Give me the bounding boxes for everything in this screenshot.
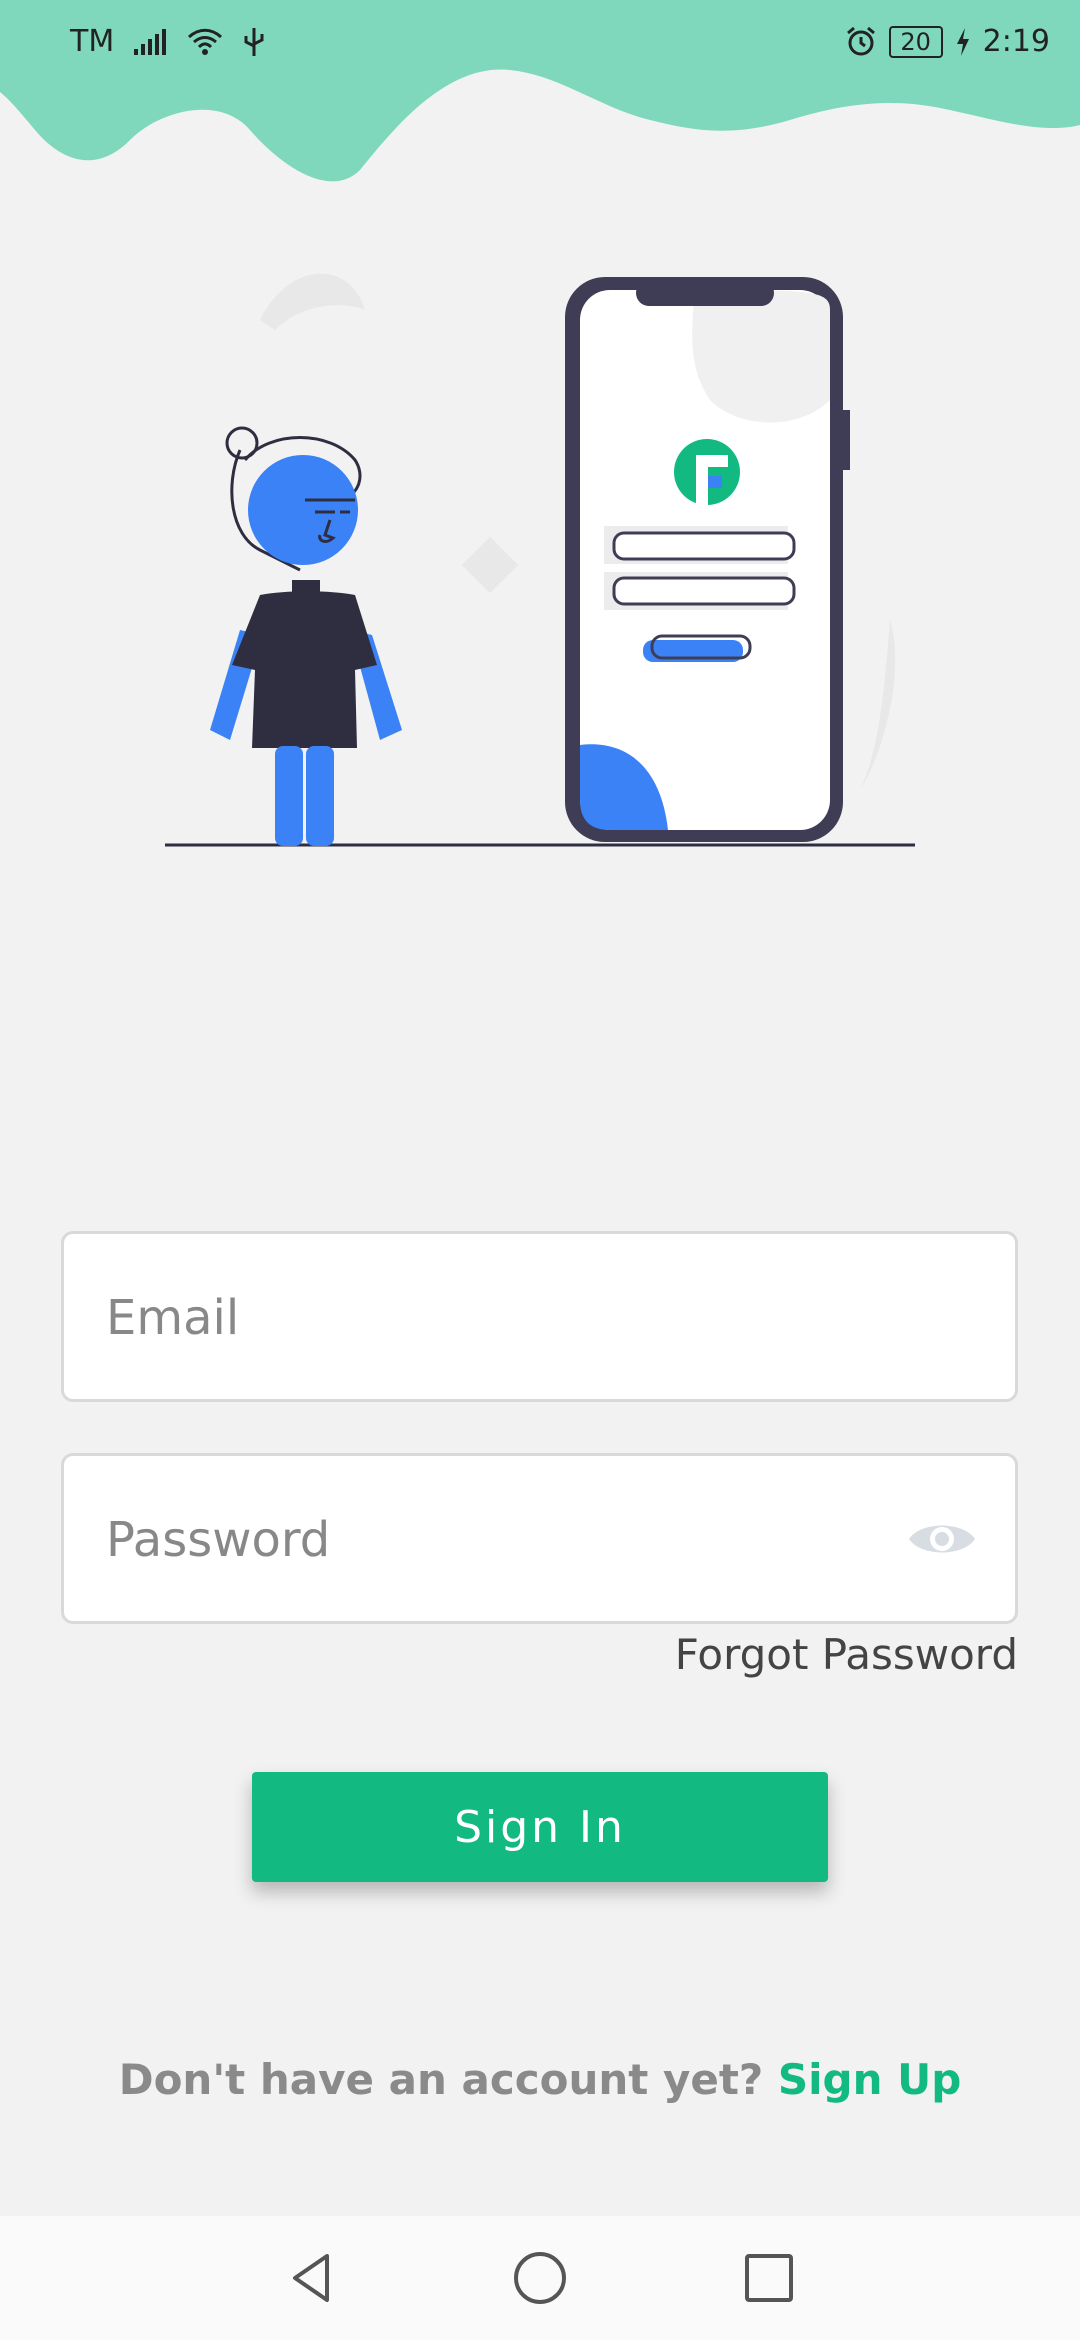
eye-icon[interactable] [907,1516,977,1562]
charging-icon [956,27,969,56]
clock: 2:19 [982,24,1050,59]
alarm-icon [846,26,875,55]
forgot-password-link[interactable]: Forgot Password [675,1630,1018,1679]
wifi-icon [188,28,223,55]
password-field[interactable] [61,1453,1018,1624]
signup-prompt-text: Don't have an account yet? [118,2055,778,2104]
status-left: TM [70,24,266,59]
person-figure [210,426,402,846]
app-logo [674,439,740,505]
signup-prompt: Don't have an account yet? Sign Up [0,2055,1080,2104]
password-input[interactable] [104,1456,928,1623]
home-icon[interactable] [510,2248,570,2308]
sign-up-link[interactable]: Sign Up [778,2055,961,2104]
carrier-label: TM [70,24,115,59]
back-icon[interactable] [281,2248,341,2308]
email-field[interactable] [61,1231,1018,1402]
status-bar: TM 20 2:19 [0,0,1080,92]
status-right: 20 2:19 [845,24,1050,59]
email-input[interactable] [104,1234,928,1401]
login-illustration [165,273,915,847]
battery-icon: 20 [888,25,943,58]
navigation-bar [0,2216,1080,2340]
usb-icon [244,27,264,56]
battery-level: 20 [900,27,931,56]
signal-icon [134,28,167,55]
sign-in-button[interactable]: Sign In [252,1772,828,1882]
recents-icon[interactable] [739,2248,799,2308]
